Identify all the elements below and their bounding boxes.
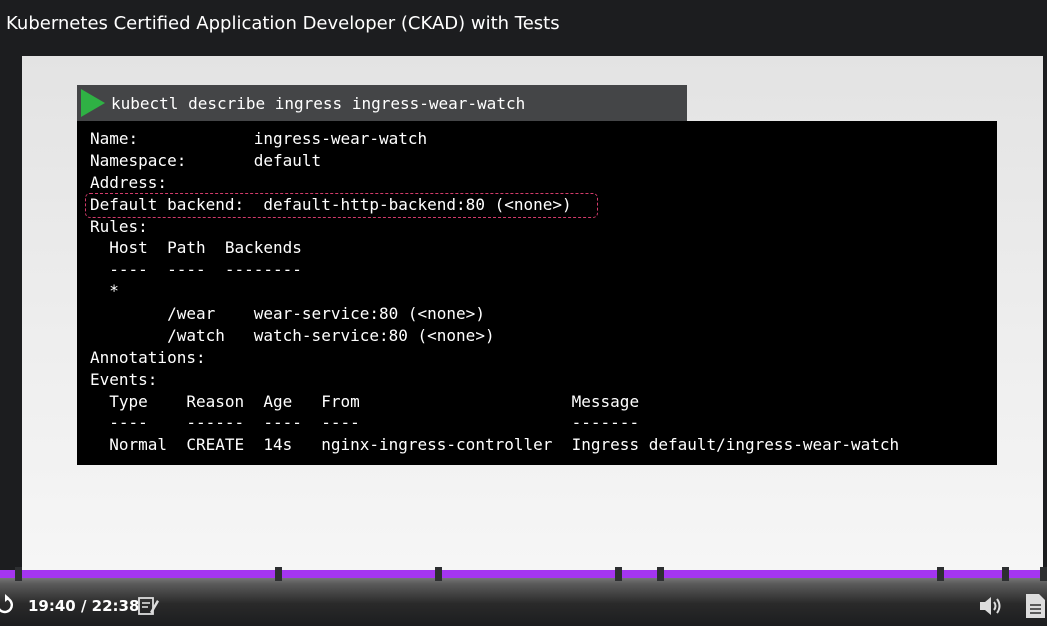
default-backend-highlight [85,193,598,218]
terminal-line: Rules: [90,217,148,236]
terminal-line: Address: [90,173,168,192]
terminal-line: * [90,281,119,300]
title-bar: Kubernetes Certified Application Develop… [0,0,1047,56]
terminal-line: /wear wear-service:80 (<none>) [90,304,485,323]
volume-icon[interactable] [978,594,1004,618]
chapter-marker[interactable] [657,567,664,581]
terminal-line: Name: ingress-wear-watch [90,129,428,148]
video-slide[interactable]: kubectl describe ingress ingress-wear-wa… [22,56,1043,570]
terminal-line: Events: [90,370,158,389]
transcript-icon[interactable] [1024,593,1047,619]
terminal-line: Type Reason Age From Message [90,392,640,411]
chapter-marker[interactable] [1040,567,1047,581]
chapter-marker[interactable] [15,567,22,581]
terminal-line: ---- ---- -------- [90,260,302,279]
chapter-marker[interactable] [435,567,442,581]
progress-bar[interactable] [0,570,1047,578]
chapter-marker[interactable] [1002,567,1009,581]
right-edge [1043,56,1047,570]
chapter-marker[interactable] [615,567,622,581]
command-text: kubectl describe ingress ingress-wear-wa… [111,94,526,113]
chapter-marker[interactable] [275,567,282,581]
replay-icon[interactable] [0,594,16,616]
terminal-output: Name: ingress-wear-watch Namespace: defa… [77,121,997,465]
terminal-line: ---- ------ ---- ---- ------- [90,413,640,432]
play-arrow-icon [81,89,105,117]
command-bar: kubectl describe ingress ingress-wear-wa… [77,85,687,121]
terminal-line: Normal CREATE 14s nginx-ingress-controll… [90,435,900,454]
terminal-line: Annotations: [90,348,206,367]
chapter-marker[interactable] [937,567,944,581]
terminal-line: Namespace: default [90,151,322,170]
course-title: Kubernetes Certified Application Develop… [6,13,560,34]
terminal-line: Host Path Backends [90,238,302,257]
left-edge [0,56,22,570]
notes-icon[interactable] [138,596,160,616]
terminal-line: /watch watch-service:80 (<none>) [90,326,495,345]
time-display: 19:40 / 22:38 [28,597,140,615]
